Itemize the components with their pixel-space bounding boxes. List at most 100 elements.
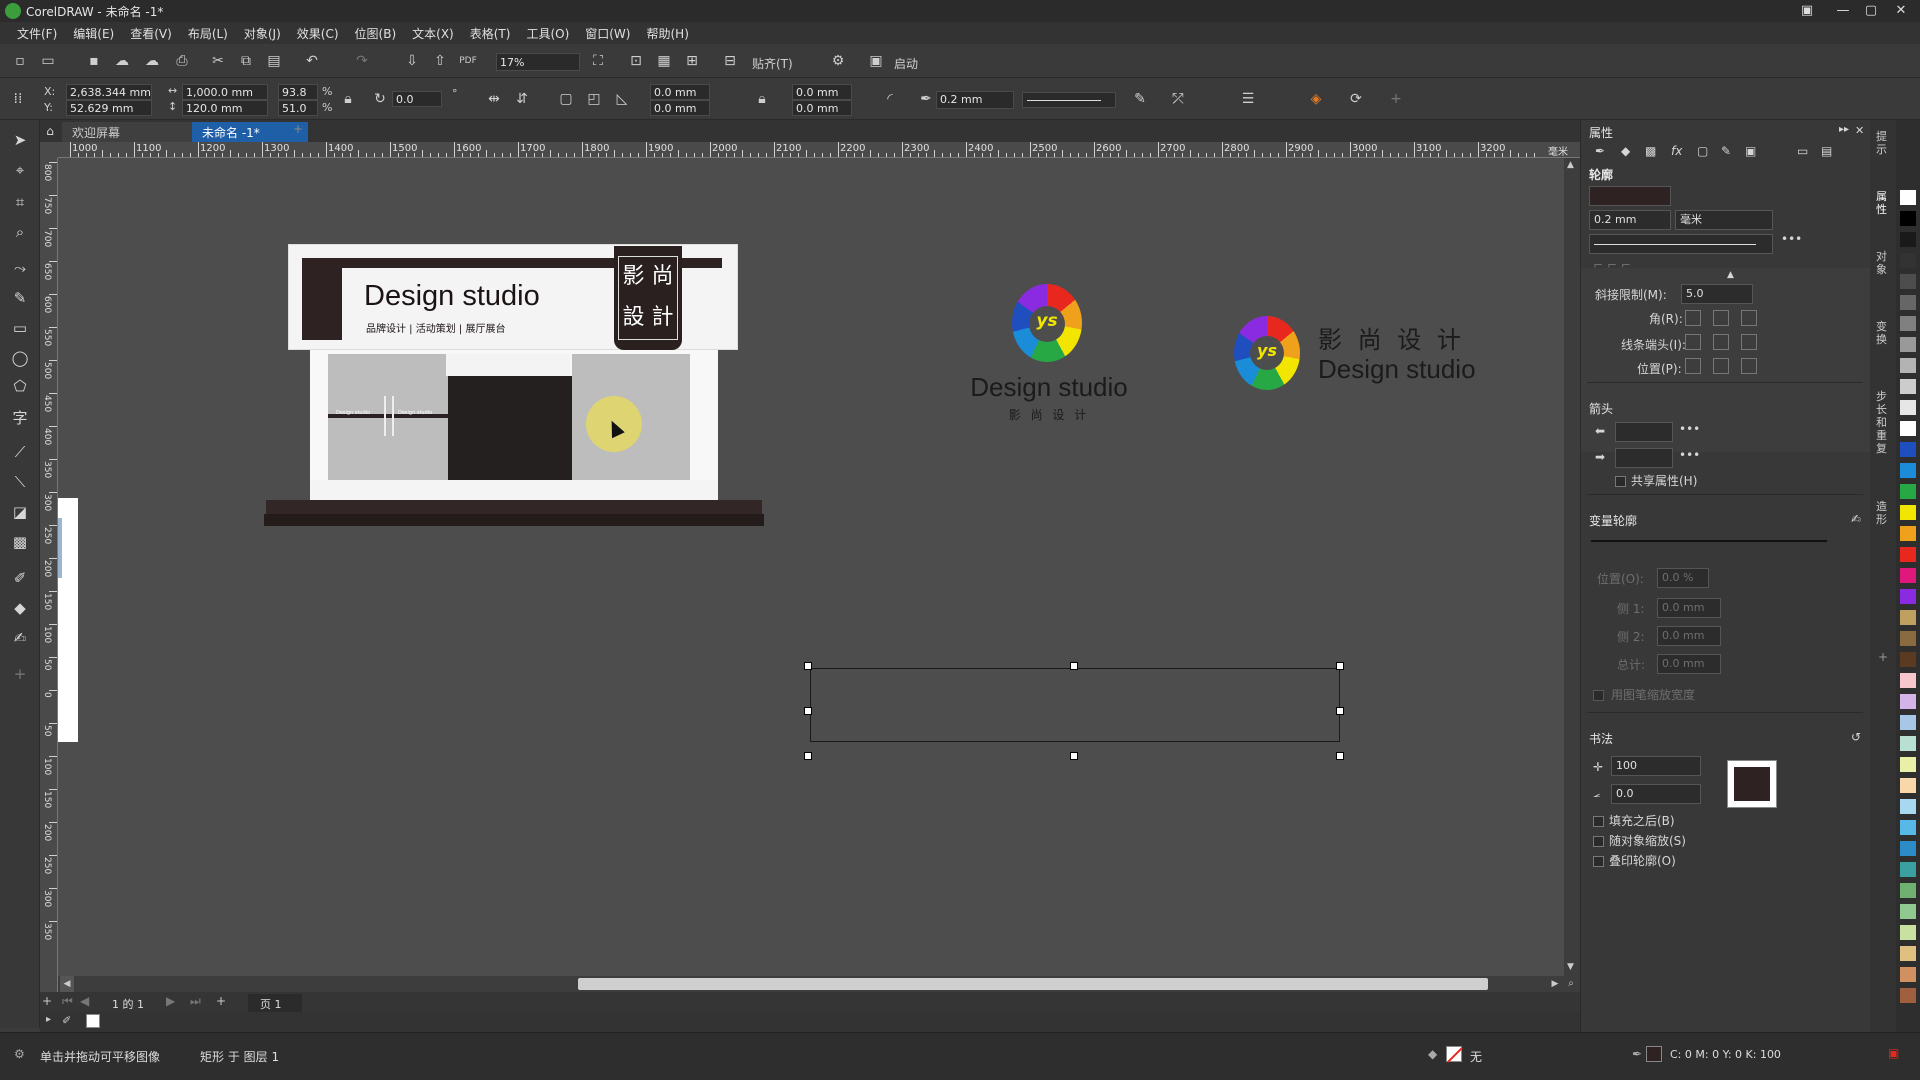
palette-swatch[interactable]: [1900, 715, 1916, 730]
palette-swatch[interactable]: [1900, 463, 1916, 478]
outline-indicator-icon[interactable]: ✒: [1632, 1047, 1642, 1061]
var-total-input[interactable]: 0.0 mm: [1657, 654, 1721, 674]
end-arrowhead-select[interactable]: [1615, 448, 1673, 468]
end-arrow-more-icon[interactable]: •••: [1679, 448, 1700, 462]
polygon-tool-icon[interactable]: ⬠: [8, 374, 32, 398]
vertical-scrollbar[interactable]: ▲ ▼: [1564, 158, 1580, 976]
corner-radius-top-left[interactable]: 0.0 mm: [650, 84, 710, 100]
palette-swatch[interactable]: [1900, 862, 1916, 877]
var-side2-input[interactable]: 0.0 mm: [1657, 626, 1721, 646]
cloud-download-icon[interactable]: ☁: [142, 51, 162, 71]
text-tool-icon[interactable]: 字: [8, 406, 32, 430]
corner-radius-bottom-left[interactable]: 0.0 mm: [650, 100, 710, 116]
selection-handle[interactable]: [804, 662, 812, 670]
start-arrowhead-select[interactable]: [1615, 422, 1673, 442]
snap-icon[interactable]: ⊟: [720, 51, 740, 71]
drop-shadow-icon[interactable]: ◪: [8, 500, 32, 524]
palette-swatch[interactable]: [1900, 505, 1916, 520]
rotate-icon[interactable]: ↻: [370, 89, 390, 109]
palette-swatch[interactable]: [1900, 568, 1916, 583]
zoom-tool-icon[interactable]: ⌕: [8, 220, 32, 244]
side-tab-properties[interactable]: 属性: [1876, 190, 1890, 216]
chamfer-corner-icon[interactable]: ◺: [612, 89, 632, 109]
snap-to-dropdown[interactable]: 贴齐(T): [752, 55, 793, 72]
image-tab-icon[interactable]: ▣: [1745, 144, 1756, 158]
menu-view[interactable]: 查看(V): [123, 22, 181, 44]
page-tab-icon[interactable]: ▤: [1821, 144, 1832, 158]
refresh-icon[interactable]: ⟳: [1346, 89, 1366, 109]
variable-width-track[interactable]: [1591, 540, 1827, 542]
options-gear-icon[interactable]: ⚙: [828, 51, 848, 71]
help-icon[interactable]: ▣: [1794, 2, 1820, 20]
smart-fill-icon[interactable]: ✍: [8, 626, 32, 650]
palette-swatch[interactable]: [1900, 400, 1916, 415]
mirror-horizontal-icon[interactable]: ⇹: [484, 89, 504, 109]
corner-miter-option[interactable]: [1685, 310, 1701, 326]
guidelines-icon[interactable]: ⊞: [682, 51, 702, 71]
overprint-outline-checkbox[interactable]: [1593, 856, 1604, 867]
palette-swatch[interactable]: [1900, 253, 1916, 268]
pick-tool-icon[interactable]: ➤: [8, 128, 32, 152]
palette-swatch[interactable]: [1900, 967, 1916, 982]
frame-tab-icon[interactable]: ▭: [1797, 144, 1808, 158]
palette-swatch[interactable]: [1900, 547, 1916, 562]
docker-expand-icon[interactable]: ▸▸: [1839, 124, 1849, 135]
palette-swatch[interactable]: [1900, 841, 1916, 856]
corner-lock-icon[interactable]: 🔒︎: [752, 89, 772, 109]
palette-swatch[interactable]: [1900, 946, 1916, 961]
palette-swatch[interactable]: [1900, 925, 1916, 940]
palette-swatch[interactable]: [1900, 442, 1916, 457]
shape-tool-icon[interactable]: ⌖: [8, 158, 32, 182]
corner-radius-top-right[interactable]: 0.0 mm: [792, 84, 852, 100]
close-button[interactable]: ✕: [1888, 2, 1914, 20]
palette-swatch[interactable]: [1900, 358, 1916, 373]
add-page-icon[interactable]: +: [42, 994, 52, 1008]
fill-behind-checkbox[interactable]: [1593, 816, 1604, 827]
outline-color-picker[interactable]: [1589, 186, 1671, 206]
maximize-button[interactable]: ▢: [1858, 2, 1884, 20]
palette-swatch[interactable]: [1900, 694, 1916, 709]
side-tab-transform[interactable]: 变换: [1876, 320, 1890, 346]
palette-swatch[interactable]: [1900, 799, 1916, 814]
outline-width-input[interactable]: 0.2 mm: [1589, 210, 1671, 230]
interactive-fill-icon[interactable]: ◆: [8, 596, 32, 620]
side-tab-hints[interactable]: 提示: [1876, 130, 1890, 156]
x-position-input[interactable]: 2,638.344 mm: [66, 84, 152, 100]
side-tab-shaping[interactable]: 造形: [1876, 500, 1890, 526]
ruler-corner[interactable]: [40, 142, 58, 158]
menu-text[interactable]: 文本(X): [405, 22, 463, 44]
selection-handle[interactable]: [1336, 662, 1344, 670]
selected-rectangle[interactable]: [810, 668, 1340, 742]
palette-swatch[interactable]: [1900, 295, 1916, 310]
copy-icon[interactable]: ⧉: [236, 51, 256, 71]
palette-swatch[interactable]: [1900, 736, 1916, 751]
palette-swatch[interactable]: [1900, 988, 1916, 1003]
palette-swatch[interactable]: [1900, 673, 1916, 688]
scale-y-input[interactable]: 51.0: [278, 100, 318, 116]
collapse-arrow-icon[interactable]: ▲: [1727, 270, 1734, 280]
drawing-canvas[interactable]: Design studio 品牌设计 | 活动策划 | 展厅展台 影 尚 設 計…: [58, 158, 1564, 976]
prev-page-icon[interactable]: ◀: [80, 994, 89, 1008]
vertical-ruler[interactable]: 800 750 700 650 600 550 500 450 400 350 300 250 200 1…: [40, 158, 58, 998]
parallel-dimension-icon[interactable]: ⟋: [8, 440, 32, 464]
palette-swatch[interactable]: [1900, 883, 1916, 898]
fill-tab-icon[interactable]: ◆: [1621, 144, 1630, 158]
fill-indicator-icon[interactable]: ◆: [1428, 1047, 1437, 1061]
palette-swatch[interactable]: [1900, 232, 1916, 247]
scroll-down-icon[interactable]: ▼: [1567, 962, 1574, 972]
corner-radius-bottom-right[interactable]: 0.0 mm: [792, 100, 852, 116]
last-page-icon[interactable]: ⏭: [190, 994, 201, 1009]
reset-calligraphy-icon[interactable]: ↺: [1851, 730, 1861, 744]
fill-none-swatch[interactable]: [1446, 1046, 1463, 1063]
var-position-input[interactable]: 0.0 %: [1657, 568, 1709, 588]
rotation-input[interactable]: 0.0: [392, 91, 442, 107]
next-page-icon[interactable]: ▶: [166, 994, 175, 1008]
palette-swatch[interactable]: [1900, 211, 1916, 226]
height-input[interactable]: 120.0 mm: [182, 100, 268, 116]
pen-tab-icon[interactable]: ✎: [1721, 144, 1731, 158]
selection-handle[interactable]: [1336, 752, 1344, 760]
docker-close-icon[interactable]: ✕: [1855, 124, 1864, 137]
palette-swatch[interactable]: [1900, 379, 1916, 394]
scale-x-input[interactable]: 93.8: [278, 84, 318, 100]
horizontal-scroll-thumb[interactable]: [578, 978, 1488, 990]
